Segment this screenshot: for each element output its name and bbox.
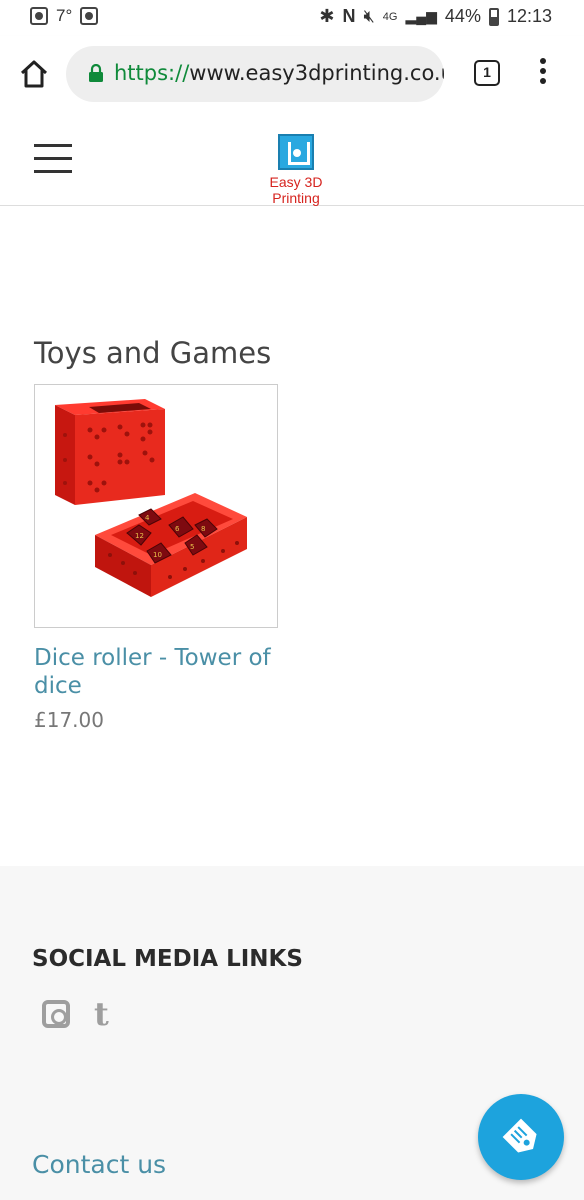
product-image[interactable]: 12 6 10 5 8 4 [34,384,278,628]
bluetooth-icon: ✱ [319,6,335,26]
overflow-menu-icon[interactable] [536,58,550,90]
url-host: www.easy3dprinting.co.uk [189,61,444,85]
temperature: 7° [56,6,73,25]
url-text: https://www.easy3dprinting.co.uk [114,61,444,85]
hamburger-menu-icon[interactable] [34,144,72,174]
status-bar: 7° ✱ N 🔇︎ 4G ▂▄▆ 44% 12:13 [0,0,584,36]
tumblr-icon[interactable]: t [94,998,109,1030]
nfc-icon: N [342,6,356,26]
status-right: ✱ N 🔇︎ 4G ▂▄▆ 44% 12:13 [319,6,552,27]
svg-text:4: 4 [145,514,150,522]
social-media-heading: SOCIAL MEDIA LINKS [32,946,303,972]
price-tag-icon [502,1118,537,1153]
social-icons: t [42,998,109,1030]
dice-tower-illustration: 12 6 10 5 8 4 [55,399,247,597]
url-scheme: https:// [114,61,190,85]
network-type: 4G [382,10,398,23]
battery-icon [488,7,499,26]
site-header: Easy 3D Printing [0,114,584,206]
instagram-icon[interactable] [42,1000,70,1028]
status-left: 7° [30,6,99,26]
svg-text:6: 6 [175,525,180,533]
category-title: Toys and Games [34,336,272,370]
product-price: £17.00 [34,708,104,732]
svg-text:12: 12 [135,532,144,540]
svg-text:5: 5 [190,543,194,551]
tag-fab-button[interactable] [478,1094,564,1180]
maps-notification-icon-2 [80,7,99,25]
printer-logo-icon [278,134,314,170]
lock-icon [89,64,103,82]
browser-toolbar: https://www.easy3dprinting.co.uk 1 [0,36,584,114]
battery-percent: 44% [444,6,481,26]
product-card[interactable]: 12 6 10 5 8 4 Dice roller - Tower of dice £1… [34,384,278,732]
clock: 12:13 [506,6,552,26]
mute-icon: 🔇︎ [363,6,375,26]
home-icon[interactable] [18,58,50,90]
site-logo[interactable]: Easy 3D Printing [244,134,348,206]
contact-us-link[interactable]: Contact us [32,1150,166,1179]
svg-text:8: 8 [201,525,205,533]
maps-notification-icon [30,7,48,25]
address-bar[interactable]: https://www.easy3dprinting.co.uk [66,46,444,102]
signal-icon: ▂▄▆ [405,8,437,24]
tab-switcher-button[interactable]: 1 [474,60,500,86]
product-name-link[interactable]: Dice roller - Tower of dice [34,644,278,700]
svg-text:10: 10 [153,551,162,559]
logo-text: Easy 3D Printing [269,174,323,206]
